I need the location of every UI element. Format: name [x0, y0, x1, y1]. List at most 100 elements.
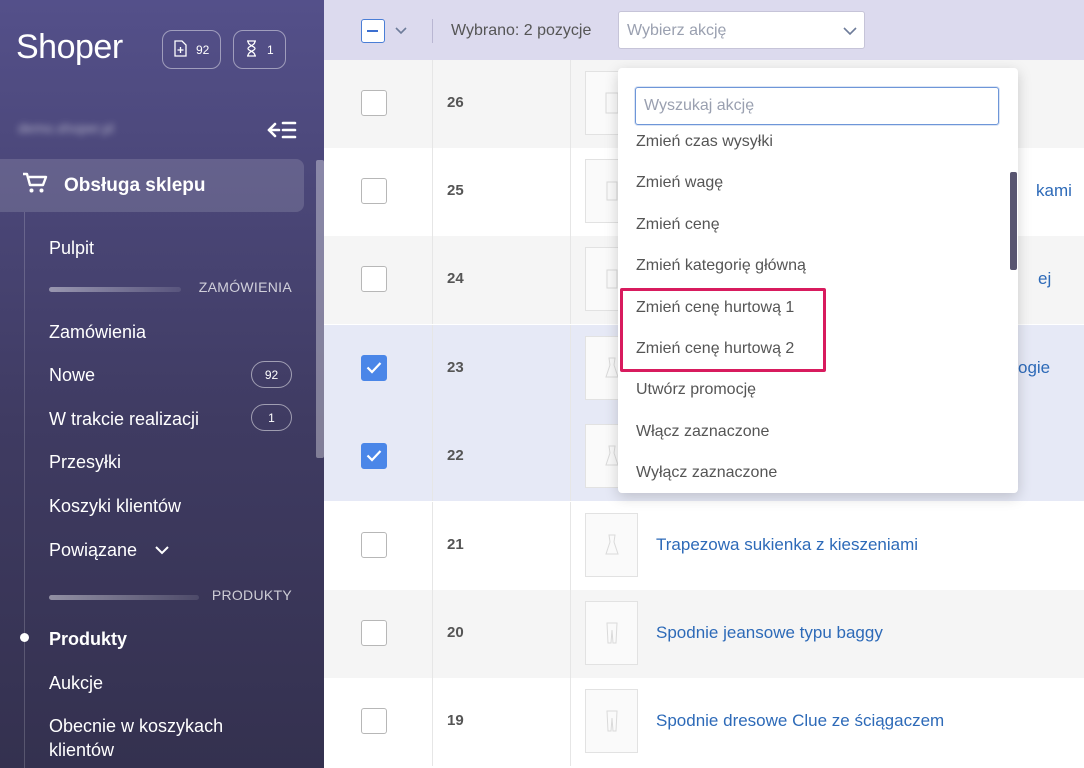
shopping-cart-icon [22, 172, 48, 199]
sidebar-item-obecnie-w-koszykach[interactable]: Obecnie w koszykach klientów [49, 714, 223, 762]
sidebar-item-nowe[interactable]: Nowe [49, 363, 95, 387]
table-row[interactable]: 21 Trapezowa sukienka z kieszeniami [324, 502, 1084, 590]
column-divider [432, 236, 433, 324]
new-document-icon [173, 39, 188, 60]
shoper-logo[interactable]: Shoper [16, 28, 123, 67]
column-divider [570, 60, 571, 148]
table-row[interactable]: 19 Spodnie dresowe Clue ze ściągaczem [324, 678, 1084, 766]
menu-item-wlacz-zaznaczone[interactable]: Włącz zaznaczone [636, 423, 769, 441]
sidebar-item-pulpit[interactable]: Pulpit [49, 236, 94, 260]
chevron-down-icon[interactable] [154, 543, 170, 555]
w-trakcie-count-badge: 1 [251, 404, 292, 431]
product-id: 24 [447, 270, 464, 287]
row-checkbox[interactable] [361, 355, 387, 381]
column-divider [570, 236, 571, 324]
new-orders-counter[interactable]: 92 [162, 30, 221, 69]
menu-item-zmien-czas-wysylki[interactable]: Zmień czas wysyłki [636, 133, 773, 151]
sidebar-item-label-line1: Obecnie w koszykach [49, 716, 224, 736]
action-search-input[interactable] [636, 88, 998, 124]
action-select-placeholder: Wybierz akcję [627, 22, 727, 39]
product-id: 26 [447, 94, 464, 111]
menu-item-zmien-wage[interactable]: Zmień wagę [636, 174, 723, 192]
active-section-label: Obsługa sklepu [64, 174, 206, 196]
sidebar-item-produkty[interactable]: Produkty [49, 627, 127, 651]
row-checkbox[interactable] [361, 708, 387, 734]
product-thumbnail[interactable] [585, 689, 638, 753]
collapse-sidebar-icon[interactable] [266, 118, 298, 142]
active-item-bullet [20, 633, 29, 642]
sidebar-item-aukcje[interactable]: Aukcje [49, 671, 103, 695]
menu-item-zmien-cene[interactable]: Zmień cenę [636, 216, 720, 234]
product-name-link[interactable]: Spodnie dresowe Clue ze ściągaczem [656, 711, 944, 731]
product-id: 25 [447, 182, 464, 199]
sidebar-item-zamowienia[interactable]: Zamówienia [49, 320, 146, 344]
section-divider [49, 595, 199, 600]
product-name-link[interactable]: ogie [1018, 358, 1050, 378]
column-divider [432, 678, 433, 766]
product-id: 22 [447, 447, 464, 464]
section-header-zamowienia: ZAMÓWIENIA [49, 279, 292, 299]
product-id: 19 [447, 712, 464, 729]
action-search-field[interactable] [635, 87, 999, 125]
column-divider [432, 325, 433, 413]
column-divider [570, 502, 571, 590]
row-checkbox[interactable] [361, 90, 387, 116]
store-url[interactable]: demo.shoper.pl [18, 120, 114, 136]
new-orders-count: 92 [196, 42, 210, 57]
sidebar-scrollbar[interactable] [316, 160, 324, 458]
product-name-link[interactable]: kami [1036, 181, 1072, 201]
column-divider [570, 678, 571, 766]
product-name-link[interactable]: Trapezowa sukienka z kieszeniami [656, 535, 918, 555]
column-divider [432, 60, 433, 148]
checkmark-icon [366, 362, 382, 374]
product-name-link[interactable]: ej [1038, 269, 1051, 289]
chevron-down-icon [843, 27, 857, 36]
section-title: ZAMÓWIENIA [198, 279, 292, 295]
dropdown-scrollbar[interactable] [1010, 172, 1017, 270]
sidebar-item-powiazane[interactable]: Powiązane [49, 538, 137, 562]
menu-item-zmien-kategorie-glowna[interactable]: Zmień kategorię główną [636, 257, 806, 275]
column-divider [432, 502, 433, 590]
row-checkbox[interactable] [361, 532, 387, 558]
column-divider [570, 590, 571, 678]
section-divider [49, 287, 181, 292]
select-all-checkbox[interactable] [361, 19, 385, 43]
product-id: 23 [447, 359, 464, 376]
action-select[interactable]: Wybierz akcję [618, 11, 865, 49]
sidebar-item-przesylki[interactable]: Przesyłki [49, 450, 121, 474]
sidebar-item-w-trakcie-realizacji[interactable]: W trakcie realizacji [49, 407, 199, 431]
row-checkbox[interactable] [361, 620, 387, 646]
column-divider [570, 148, 571, 236]
menu-item-wylacz-zaznaczone[interactable]: Wyłącz zaznaczone [636, 464, 777, 482]
column-divider [432, 148, 433, 236]
sidebar: Shoper 92 1 demo.shoper.pl Obsługa sklep… [0, 0, 324, 768]
action-dropdown-menu: Zmień czas wysyłki Zmień wagę Zmień cenę… [618, 68, 1018, 493]
product-thumbnail[interactable] [585, 601, 638, 665]
tree-line [24, 212, 25, 768]
column-divider [432, 590, 433, 678]
table-row[interactable]: 20 Spodnie jeansowe typu baggy [324, 590, 1084, 678]
toolbar-divider [432, 19, 433, 43]
pending-count: 1 [267, 42, 274, 57]
row-checkbox[interactable] [361, 266, 387, 292]
column-divider [570, 413, 571, 501]
product-name-link[interactable]: Spodnie jeansowe typu baggy [656, 623, 883, 643]
sidebar-item-label-line2: klientów [49, 740, 115, 760]
checkmark-icon [366, 450, 382, 462]
row-checkbox[interactable] [361, 178, 387, 204]
chevron-down-icon[interactable] [394, 24, 408, 36]
pending-counter[interactable]: 1 [233, 30, 286, 69]
highlight-annotation [620, 288, 826, 372]
sidebar-section-obsluga-sklepu[interactable]: Obsługa sklepu [0, 159, 304, 212]
row-checkbox[interactable] [361, 443, 387, 469]
product-id: 20 [447, 624, 464, 641]
product-thumbnail[interactable] [585, 513, 638, 577]
product-id: 21 [447, 536, 464, 553]
column-divider [432, 413, 433, 501]
sidebar-item-koszyki-klientow[interactable]: Koszyki klientów [49, 494, 181, 518]
nowe-count-badge: 92 [251, 361, 292, 388]
menu-item-utworz-promocje[interactable]: Utwórz promocję [636, 381, 756, 399]
hourglass-icon [244, 39, 259, 60]
section-title: PRODUKTY [211, 587, 292, 603]
column-divider [570, 325, 571, 413]
